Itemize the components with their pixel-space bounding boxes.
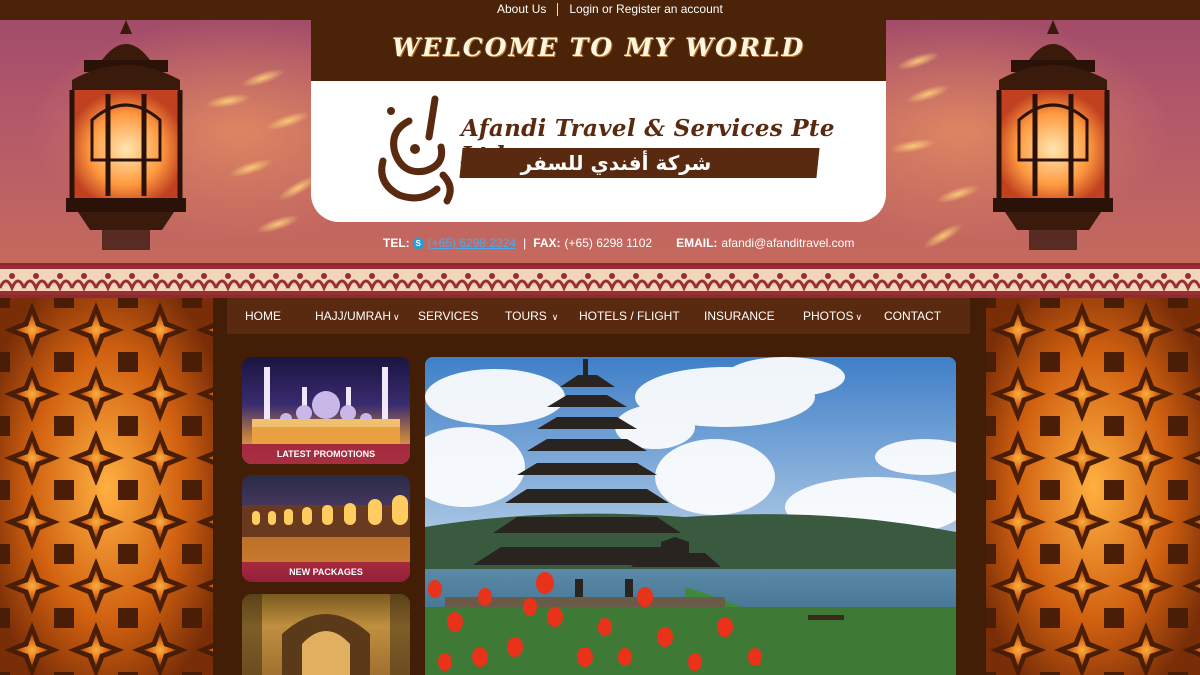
logo-card[interactable]: Afandi Travel & Services Pte Ltd شركة أف… [311,81,886,222]
chevron-down-icon: ∨ [393,312,400,322]
skype-icon[interactable]: S [412,237,424,249]
nav-services[interactable]: SERVICES [418,309,478,323]
bali-temple-photo [425,357,956,675]
chevron-down-icon: ∨ [855,312,863,322]
tel-number-link[interactable]: (+65) 6298 2324 [428,236,516,250]
tile-caption: LATEST PROMOTIONS [242,444,410,464]
login-register-link[interactable]: Login or Register an account [569,2,722,16]
nav-tours[interactable]: TOURS ∨ [505,309,558,323]
ornamental-border [0,263,1200,298]
nav-contact[interactable]: CONTACT [884,309,941,323]
contact-info: TEL: S (+65) 6298 2324 | FAX: (+65) 6298… [383,236,854,250]
fax-label: FAX: [533,236,561,250]
bridge-photo [242,495,410,562]
company-name-arabic: شركة أفندي للسفر والخدمات [520,151,712,199]
tel-label: TEL: [383,236,410,250]
lantern-right-icon [989,20,1117,260]
tile-caption: NEW PACKAGES [242,562,410,582]
nav-photos[interactable]: PHOTOS ∨ [803,309,862,323]
contact-divider: | [523,236,527,250]
left-lattice-panel [0,298,213,675]
fax-number: (+65) 6298 1102 [564,236,653,250]
latest-promotions-tile[interactable]: LATEST PROMOTIONS [242,357,410,464]
chevron-down-icon: ∨ [551,312,559,322]
email-label: EMAIL: [676,236,718,250]
top-utility-bar: About Us Login or Register an account [0,0,1200,20]
afandi-calligraphy-logo-icon [378,95,454,205]
nav-insurance[interactable]: INSURANCE [704,309,775,323]
license-number: TA:02165 [763,167,803,177]
mosque-interior-photo [242,594,410,675]
link-divider [557,2,559,16]
welcome-heading: WELCOME TO MY WORLD [391,33,805,62]
nav-hajj-umrah[interactable]: HAJJ/UMRAH ∨ [315,309,400,323]
top-links: About Us Login or Register an account [497,2,723,16]
nav-home[interactable]: HOME [245,309,281,323]
nav-hotels-flight[interactable]: HOTELS / FLIGHT [579,309,680,323]
featured-slideshow[interactable] [425,357,956,675]
about-us-link[interactable]: About Us [497,2,546,16]
new-packages-tile[interactable]: NEW PACKAGES [242,475,410,582]
mosque-photo [252,367,400,444]
email-address[interactable]: afandi@afanditravel.com [721,236,854,250]
lantern-left-icon [62,20,190,260]
mosque-interior-tile[interactable] [242,594,410,675]
right-lattice-panel [986,298,1200,675]
